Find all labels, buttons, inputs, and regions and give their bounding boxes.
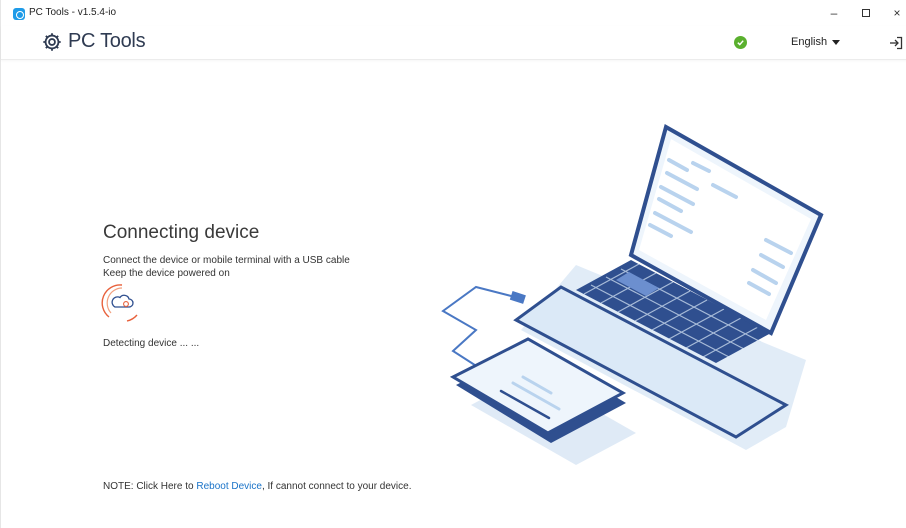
language-label: English	[791, 36, 828, 48]
check-circle-icon	[734, 36, 747, 49]
maximize-icon	[862, 9, 870, 17]
caret-down-icon	[832, 40, 841, 45]
instruction-power: Keep the device powered on	[103, 268, 230, 279]
note-suffix: , If cannot connect to your device.	[261, 481, 412, 492]
maximize-button[interactable]	[854, 3, 878, 23]
minimize-button[interactable]: –	[822, 3, 846, 23]
language-selector[interactable]: English	[791, 36, 841, 48]
page-title: Connecting device	[103, 222, 260, 243]
gear-icon	[43, 32, 61, 51]
window-title: PC Tools - v1.5.4-io	[29, 7, 117, 18]
exit-icon	[890, 36, 903, 50]
reboot-note: NOTE: Click Here to Reboot Device, If ca…	[103, 481, 411, 492]
title-bar: PC Tools - v1.5.4-io – ×	[1, 0, 906, 26]
app-header: PC Tools English	[1, 26, 906, 60]
instruction-usb: Connect the device or mobile terminal wi…	[103, 255, 350, 266]
close-button[interactable]: ×	[885, 3, 906, 23]
app-window: PC Tools - v1.5.4-io – × PC Tools Englis…	[0, 0, 906, 528]
note-prefix: NOTE: Click Here to	[103, 481, 197, 492]
logo-text: PC Tools	[68, 30, 146, 52]
logo: PC Tools	[41, 30, 146, 53]
cloud-sync-icon	[101, 282, 143, 324]
detection-status: Detecting device ... ...	[103, 338, 200, 349]
exit-button[interactable]	[888, 35, 904, 51]
app-logo-icon	[13, 8, 25, 20]
laptop-phone-illustration	[441, 123, 824, 465]
reboot-device-link[interactable]: Reboot Device	[196, 481, 262, 492]
